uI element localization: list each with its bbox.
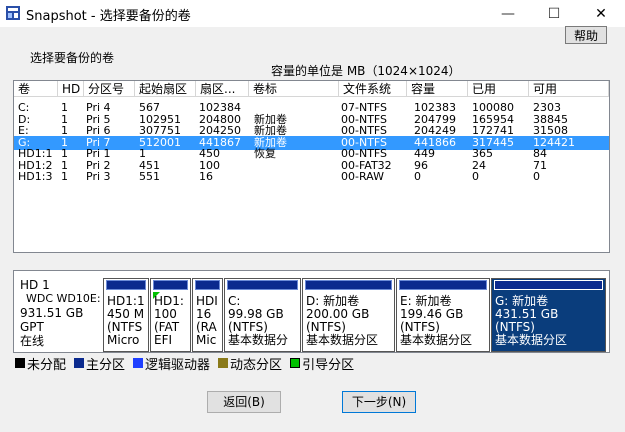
partition-block[interactable]: D: 新加卷 200.00 GB (NTFS) 基本数据分区 — [302, 278, 395, 352]
legend-item: 主分区 — [74, 354, 125, 373]
partition-usage-bar — [494, 280, 603, 290]
partition-block[interactable]: HD1:1 450 M (NTFS Micro — [103, 278, 149, 352]
table-cell: 0 — [533, 170, 540, 183]
legend-swatch — [290, 358, 301, 368]
disk-info-line: 在线 — [20, 334, 45, 348]
minimize-button[interactable]: — — [485, 0, 531, 27]
table-cell: HD1:3 — [18, 170, 53, 183]
close-button[interactable]: ✕ — [578, 0, 624, 27]
legend-item: 未分配 — [15, 354, 66, 373]
partition-label: E: 新加卷 199.46 GB (NTFS) 基本数据分区 — [400, 295, 472, 347]
column-header[interactable]: HD — [58, 81, 84, 97]
partition-label-line: Micro — [107, 333, 140, 347]
column-header[interactable]: 卷标 — [249, 81, 339, 97]
disk-info: HD 1 WDC WD10E: 931.51 GB GPT 在线 — [20, 278, 101, 348]
table-cell: 00-RAW — [341, 170, 384, 183]
disk-info-line: HD 1 — [20, 278, 50, 292]
title-bar: Snapshot - 选择要备份的卷 — ☐ ✕ — [0, 0, 625, 28]
capacity-unit-note: 容量的单位是 MB（1024×1024） — [271, 64, 461, 78]
column-header[interactable]: 扇区... — [196, 81, 249, 97]
partition-label: HD1: 100 (FAT EFI — [154, 295, 184, 347]
disk-info-line: GPT — [20, 320, 44, 334]
legend-label: 主分区 — [86, 357, 126, 373]
column-header[interactable]: 分区号 — [84, 81, 135, 97]
disk-info-line: WDC WD10E: — [26, 292, 101, 305]
legend-swatch — [133, 358, 144, 368]
legend-item: 动态分区 — [218, 354, 282, 373]
table-cell: 1 — [61, 170, 68, 183]
column-header[interactable]: 起始扇区 — [135, 81, 196, 97]
partition-block[interactable]: E: 新加卷 199.46 GB (NTFS) 基本数据分区 — [396, 278, 490, 352]
partition-label-line: 基本数据分区 — [400, 333, 473, 347]
partition-label: HDI 16 (RA Mic — [196, 295, 218, 347]
partition-block[interactable]: C: 99.98 GB (NTFS) 基本数据分 — [224, 278, 301, 352]
disk-info-line: 931.51 GB — [20, 306, 84, 320]
table-cell: 16 — [199, 170, 213, 183]
partition-label-line: 基本数据分区 — [306, 333, 379, 347]
partition-usage-bar — [399, 280, 487, 290]
partition-usage-bar — [227, 280, 298, 290]
app-icon — [6, 6, 20, 20]
column-header[interactable]: 可用 — [529, 81, 609, 97]
legend-item: 引导分区 — [290, 354, 354, 373]
window-title: Snapshot - 选择要备份的卷 — [26, 9, 191, 24]
back-button[interactable]: 返回(B) — [207, 391, 281, 413]
legend-item: 逻辑驱动器 — [133, 354, 210, 373]
table-row[interactable]: HD1:3 1 Pri 3 551 16 00-RAW 0 0 0 — [14, 170, 609, 184]
disk-map: HD 1 WDC WD10E: 931.51 GB GPT 在线 HD1:1 45… — [13, 270, 610, 353]
partition-usage-bar — [195, 280, 220, 290]
partition-label-line: 基本数据分 — [228, 333, 289, 347]
table-cell: 0 — [414, 170, 421, 183]
legend-label: 引导分区 — [302, 357, 355, 373]
partition-block[interactable]: HDI 16 (RA Mic — [192, 278, 223, 352]
select-volume-label: 选择要备份的卷 — [30, 51, 115, 65]
column-header[interactable]: 文件系统 — [339, 81, 407, 97]
legend-label: 逻辑驱动器 — [145, 357, 211, 373]
partition-label: C: 99.98 GB (NTFS) 基本数据分 — [228, 295, 288, 347]
legend: 未分配 主分区 逻辑驱动器 动态分区 引导分区 — [15, 354, 362, 373]
legend-swatch — [218, 358, 229, 368]
next-button[interactable]: 下一步(N) — [342, 391, 416, 413]
partition-usage-bar — [106, 280, 146, 290]
legend-swatch — [15, 358, 25, 368]
table-cell: Pri 3 — [86, 170, 111, 183]
table-cell: 551 — [139, 170, 160, 183]
column-header[interactable]: 已用 — [468, 81, 529, 97]
volume-table[interactable]: 卷 HD 分区号 起始扇区 扇区... 卷标 文件系统 容量 已用 可用 C: 1 Pri 4 567 1… — [13, 80, 610, 253]
partition-label-line: EFI — [154, 333, 173, 347]
partition-usage-bar — [153, 280, 188, 290]
partition-label: D: 新加卷 200.00 GB (NTFS) 基本数据分区 — [306, 295, 378, 347]
column-header[interactable]: 卷 — [14, 81, 58, 97]
partition-block[interactable]: HD1: 100 (FAT EFI — [150, 278, 191, 352]
partition-label-line: 基本数据分区 — [495, 333, 568, 347]
partition-usage-bar — [305, 280, 392, 290]
table-cell: 0 — [472, 170, 479, 183]
help-button[interactable]: 帮助 — [565, 26, 607, 44]
partition-label: HD1:1 450 M (NTFS Micro — [107, 295, 145, 347]
partition-block[interactable]: G: 新加卷 431.51 GB (NTFS) 基本数据分区 — [491, 278, 606, 352]
legend-label: 动态分区 — [230, 357, 283, 373]
legend-swatch — [74, 358, 85, 368]
column-header[interactable]: 容量 — [407, 81, 468, 97]
partition-label: G: 新加卷 431.51 GB (NTFS) 基本数据分区 — [495, 295, 567, 347]
legend-label: 未分配 — [27, 357, 67, 373]
partition-label-line: Mic — [196, 333, 217, 347]
maximize-button[interactable]: ☐ — [531, 0, 577, 27]
